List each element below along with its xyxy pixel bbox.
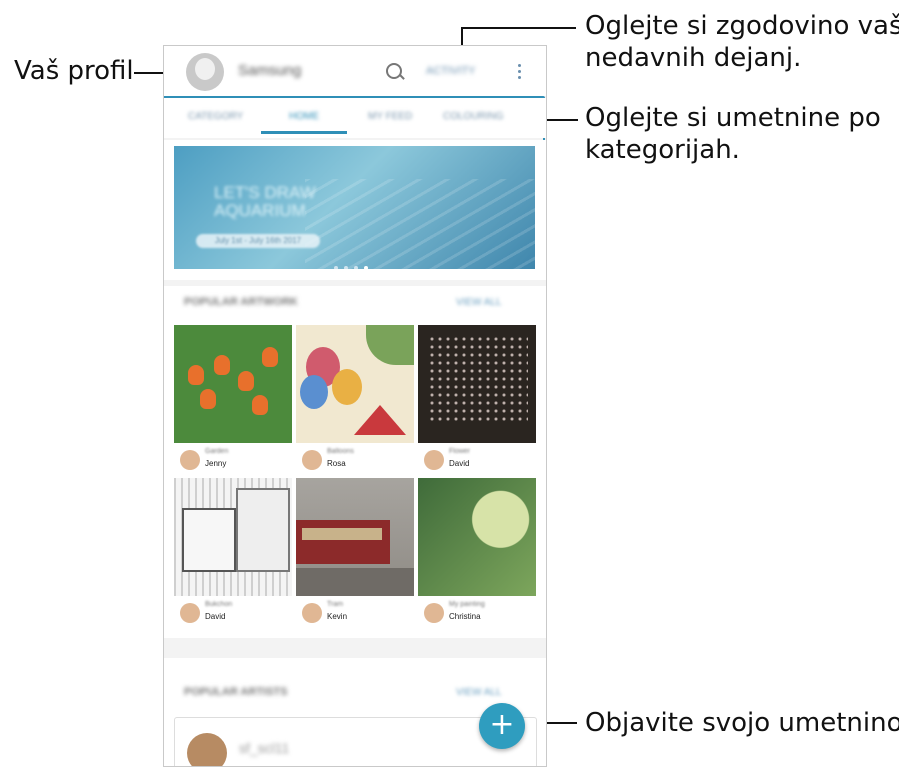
activity-button[interactable]: ACTIVITY <box>426 65 476 77</box>
artwork-thumbnail <box>296 325 414 443</box>
artwork-user: David <box>449 459 470 468</box>
artwork-title: My painting <box>449 601 485 608</box>
popular-artwork-view-all[interactable]: VIEW ALL <box>456 297 502 308</box>
banner-title: LET'S DRAW AQUARIUM <box>214 183 316 220</box>
artist-avatar <box>302 603 322 623</box>
artist-avatar <box>180 603 200 623</box>
tab-category[interactable]: CATEGORY <box>188 111 243 122</box>
category-tabs: CATEGORY HOME MY FEED COLOURING <box>164 98 546 138</box>
tab-my-feed[interactable]: MY FEED <box>368 111 412 122</box>
popular-artists-title: POPULAR ARTISTS <box>184 686 288 698</box>
artwork-user: David <box>205 612 226 621</box>
profile-avatar[interactable] <box>186 53 224 91</box>
tab-indicator <box>261 131 347 134</box>
artwork-title: Tram <box>327 601 344 608</box>
callout-category-2: kategorijah. <box>585 135 740 165</box>
artwork-title: Garden <box>205 448 229 455</box>
artist-avatar <box>180 450 200 470</box>
app-header: Samsung ACTIVITY <box>164 46 546 96</box>
popular-artists-view-all[interactable]: VIEW ALL <box>456 687 502 698</box>
banner-decoration <box>305 179 535 269</box>
more-options-icon[interactable] <box>518 64 522 82</box>
callout-post: Objavite svojo umetnino. <box>585 708 899 738</box>
callout-activity-line-h <box>461 27 576 29</box>
banner-pager <box>334 257 374 269</box>
artwork-user: Jenny <box>205 459 227 468</box>
callout-activity-2: nedavnih dejanj. <box>585 43 802 73</box>
artwork-user: Rosa <box>327 459 346 468</box>
artwork-item[interactable]: My painting Christina <box>418 478 536 629</box>
artwork-item[interactable]: Balloons Rosa <box>296 325 414 476</box>
artist-avatar <box>424 450 444 470</box>
app-name: Samsung <box>238 62 302 79</box>
artwork-thumbnail <box>174 478 292 596</box>
artwork-title: Flower <box>449 448 471 455</box>
search-icon[interactable] <box>386 63 402 79</box>
artwork-thumbnail <box>174 325 292 443</box>
artwork-item[interactable]: Tram Kevin <box>296 478 414 629</box>
artwork-title: Balloons <box>327 448 354 455</box>
tab-home[interactable]: HOME <box>289 111 319 122</box>
artwork-user: Christina <box>449 612 481 621</box>
tab-colouring[interactable]: COLOURING <box>443 111 504 122</box>
popular-artwork-title: POPULAR ARTWORK <box>184 296 298 308</box>
artwork-title: Bukchon <box>205 601 233 608</box>
artwork-item[interactable]: Garden Jenny <box>174 325 292 476</box>
artist-avatar <box>187 733 227 766</box>
artwork-thumbnail <box>418 325 536 443</box>
artwork-item[interactable]: Flower David <box>418 325 536 476</box>
plus-icon[interactable]: + <box>479 703 525 749</box>
artwork-item[interactable]: Bukchon David <box>174 478 292 629</box>
artist-avatar <box>424 603 444 623</box>
artist-avatar <box>302 450 322 470</box>
artwork-thumbnail <box>418 478 536 596</box>
callout-category-1: Oglejte si umetnine po <box>585 103 881 133</box>
event-banner[interactable]: LET'S DRAW AQUARIUM July 1st - July 16th … <box>174 146 535 269</box>
artwork-thumbnail <box>296 478 414 596</box>
artwork-user: Kevin <box>327 612 348 621</box>
artist-name: sf_scl11 <box>239 740 290 756</box>
callout-category-line <box>542 119 578 121</box>
banner-date: July 1st - July 16th 2017 <box>196 234 320 248</box>
callout-profile: Vaš profil <box>14 56 134 86</box>
phone-screen: Samsung ACTIVITY CATEGORY HOME MY FEED C… <box>163 45 547 767</box>
callout-activity-1: Oglejte si zgodovino vaših <box>585 11 899 41</box>
